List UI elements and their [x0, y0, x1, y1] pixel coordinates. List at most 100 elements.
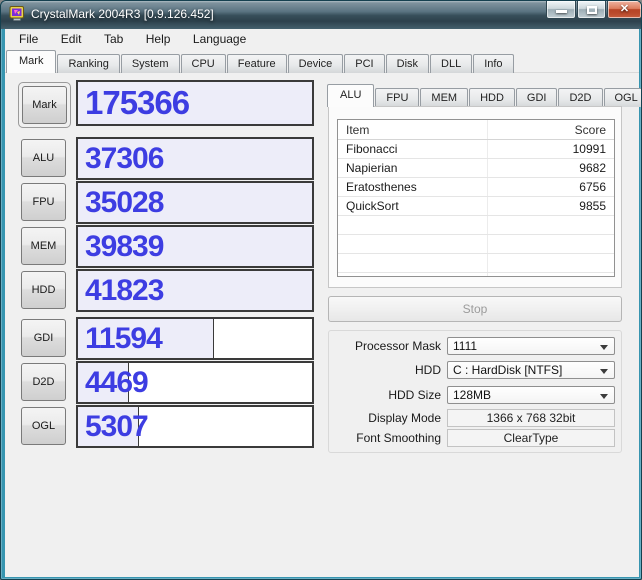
detail-tab-gdi[interactable]: GDI	[515, 88, 558, 107]
menu-item-help[interactable]: Help	[137, 29, 180, 50]
hdd-button[interactable]: HDD	[21, 271, 66, 309]
table-header: Item Score	[338, 120, 614, 140]
ogl-score: 5307	[76, 405, 314, 448]
hdd-label: HDD	[415, 363, 441, 377]
hdd-row: HDD C : HardDisk [NTFS]	[329, 361, 621, 379]
detail-tab-d2d[interactable]: D2D	[558, 88, 603, 107]
table-row[interactable]: Napierian 9682	[338, 159, 614, 178]
hdd-score: 41823	[76, 269, 314, 312]
fpu-score-value: 35028	[85, 185, 164, 219]
detail-tab-mem[interactable]: MEM	[420, 88, 469, 107]
row-item-label: Eratosthenes	[346, 180, 417, 194]
main-tab-strip: Mark Ranking System CPU Feature Device P…	[5, 50, 639, 73]
app-window: CrystalMark 2004R3 [0.9.126.452] ✕ File …	[0, 0, 642, 580]
result-table: Item Score Fibonacci 10991 Napierian 968…	[337, 119, 615, 277]
font-smoothing-label: Font Smoothing	[356, 431, 441, 445]
tab-feature[interactable]: Feature	[226, 54, 287, 73]
close-button[interactable]: ✕	[607, 1, 641, 19]
tab-ranking[interactable]: Ranking	[57, 54, 120, 73]
table-row-empty	[338, 216, 614, 235]
row-score-value: 9682	[579, 161, 606, 175]
table-row-empty	[338, 235, 614, 254]
gdi-button[interactable]: GDI	[21, 319, 66, 357]
menu-item-language[interactable]: Language	[184, 29, 255, 50]
maximize-icon	[587, 6, 597, 14]
processor-mask-value: 1111	[453, 339, 478, 353]
d2d-button[interactable]: D2D	[21, 363, 66, 401]
hdd-size-row: HDD Size 128MB	[329, 386, 621, 404]
detail-tab-alu[interactable]: ALU	[327, 84, 375, 107]
display-mode-row: Display Mode 1366 x 768 32bit	[329, 409, 621, 427]
d2d-score: 4469	[76, 361, 314, 404]
processor-mask-select[interactable]: 1111	[447, 337, 615, 355]
hdd-size-select[interactable]: 128MB	[447, 386, 615, 404]
hdd-score-value: 41823	[85, 273, 164, 307]
chevron-down-icon	[600, 394, 608, 399]
mem-button[interactable]: MEM	[21, 227, 66, 265]
menu-item-file[interactable]: File	[10, 29, 47, 50]
table-row[interactable]: Eratosthenes 6756	[338, 178, 614, 197]
detail-tab-page: Item Score Fibonacci 10991 Napierian 968…	[328, 106, 622, 288]
tab-mark[interactable]: Mark	[6, 50, 57, 73]
table-row[interactable]: QuickSort 9855	[338, 197, 614, 216]
menu-item-edit[interactable]: Edit	[52, 29, 91, 50]
tab-dll[interactable]: DLL	[430, 54, 473, 73]
detail-tab-fpu[interactable]: FPU	[375, 88, 420, 107]
display-mode-label: Display Mode	[368, 411, 441, 425]
hdd-size-label: HDD Size	[388, 388, 441, 402]
fpu-button[interactable]: FPU	[21, 183, 66, 221]
row-score-value: 6756	[579, 180, 606, 194]
tab-cpu[interactable]: CPU	[180, 54, 226, 73]
font-smoothing-value: ClearType	[447, 429, 615, 447]
row-score-value: 10991	[572, 142, 606, 156]
ogl-button[interactable]: OGL	[21, 407, 66, 445]
d2d-score-value: 4469	[85, 365, 149, 399]
mark-score: 175366	[76, 80, 314, 126]
menu-bar: File Edit Tab Help Language	[5, 29, 639, 50]
row-item-label: Fibonacci	[346, 142, 398, 156]
menu-item-tab[interactable]: Tab	[95, 29, 132, 50]
close-icon: ✕	[619, 3, 630, 15]
chevron-down-icon	[600, 369, 608, 374]
tab-device[interactable]: Device	[287, 54, 344, 73]
ogl-score-value: 5307	[85, 409, 149, 443]
processor-mask-label: Processor Mask	[354, 339, 441, 353]
mark-button-focus-ring: Mark	[18, 82, 71, 128]
row-item-label: QuickSort	[346, 199, 399, 213]
table-row-empty	[338, 254, 614, 273]
gdi-score-value: 11594	[85, 321, 163, 355]
gdi-score: 11594	[76, 317, 314, 360]
tab-disk[interactable]: Disk	[385, 54, 430, 73]
hdd-value: C : HardDisk [NTFS]	[453, 363, 563, 377]
mem-score-value: 39839	[85, 229, 164, 263]
tab-info[interactable]: Info	[473, 54, 514, 73]
stop-button[interactable]: Stop	[328, 296, 622, 322]
tab-system[interactable]: System	[120, 54, 180, 73]
alu-score-value: 37306	[85, 141, 164, 175]
detail-tab-strip: ALU FPU MEM HDD GDI D2D OGL	[327, 84, 641, 107]
minimize-button[interactable]	[546, 1, 576, 19]
alu-score: 37306	[76, 137, 314, 180]
minimize-icon	[556, 10, 567, 13]
header-item[interactable]: Item	[346, 120, 369, 140]
table-row[interactable]: Fibonacci 10991	[338, 140, 614, 159]
chevron-down-icon	[600, 345, 608, 350]
title-bar[interactable]: CrystalMark 2004R3 [0.9.126.452] ✕	[1, 1, 641, 29]
app-icon[interactable]	[9, 6, 25, 22]
detail-tab-hdd[interactable]: HDD	[469, 88, 515, 107]
window-controls: ✕	[546, 1, 641, 19]
settings-group: Processor Mask 1111 HDD C : HardDisk [NT…	[328, 330, 622, 453]
window-title: CrystalMark 2004R3 [0.9.126.452]	[31, 7, 214, 21]
mem-score: 39839	[76, 225, 314, 268]
mark-button[interactable]: Mark	[22, 86, 67, 124]
display-mode-value: 1366 x 768 32bit	[447, 409, 615, 427]
row-score-value: 9855	[579, 199, 606, 213]
processor-mask-row: Processor Mask 1111	[329, 337, 621, 355]
detail-tab-ogl[interactable]: OGL	[603, 88, 641, 107]
maximize-button[interactable]	[577, 1, 606, 19]
tab-pci[interactable]: PCI	[344, 54, 385, 73]
mark-score-value: 175366	[85, 84, 190, 121]
header-score[interactable]: Score	[575, 120, 606, 140]
alu-button[interactable]: ALU	[21, 139, 66, 177]
hdd-select[interactable]: C : HardDisk [NTFS]	[447, 361, 615, 379]
